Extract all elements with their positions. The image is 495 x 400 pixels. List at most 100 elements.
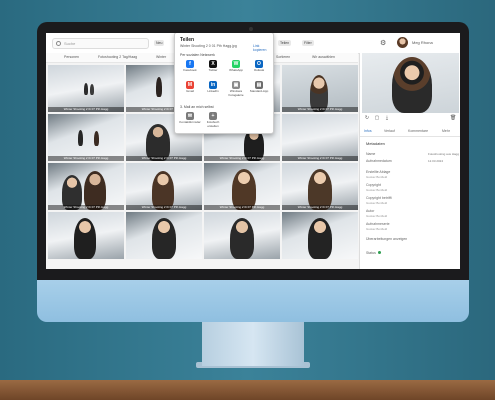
photo-caption: Winter Shooting 2 0i 07 Pth Hagg <box>48 107 124 112</box>
share-photobook-button[interactable]: + Fotobuch erstellen <box>202 112 224 128</box>
app-window: Suche Neu Teilen Filter ⚙ Meg Rhona Pers… <box>46 33 460 269</box>
share-twitter-button[interactable]: X Twitter <box>202 60 224 73</box>
photo-figure <box>90 84 94 95</box>
x-icon: X <box>209 60 217 68</box>
sidebar-tabs: Infos Verlauf Kommentare Mehr <box>360 127 460 137</box>
download-icon[interactable]: ⤓ <box>384 115 390 121</box>
photo-tile[interactable]: Winter Shooting 2 0i 07 Pth Hagg <box>204 163 280 210</box>
field-value[interactable]: Gustav Bonfield <box>366 175 387 179</box>
search-input[interactable]: Suche <box>52 38 149 49</box>
share-app-label: Gmail <box>186 89 194 93</box>
tab-comments[interactable]: Kommentare <box>408 129 428 133</box>
tab-more[interactable]: Mehr <box>442 129 450 133</box>
toolbar-chip-new[interactable]: Neu <box>154 40 165 46</box>
share-outlook-button[interactable]: O Outlook <box>248 60 270 73</box>
filter-winter[interactable]: Winter <box>156 55 166 59</box>
field-label: Copyright <box>366 183 381 187</box>
photo-tile[interactable]: Winter Shooting 2 0i 07 Pth Hagg <box>48 163 124 210</box>
field-label: Aufnahmeserie <box>366 222 390 226</box>
photo-tile[interactable]: Winter Shooting 2 0i 07 Pth Hagg <box>282 65 358 112</box>
share-app-label: Windows Fotogalerie <box>228 89 244 97</box>
share-dialog: Teilen Winter Shooting 2 0 01 Pth Hagg.j… <box>174 33 274 134</box>
photo-caption: Winter Shooting 2 0i 07 Pth Hagg <box>282 156 358 161</box>
photo-tile[interactable]: Winter Shooting 2 0i 07 Pth Hagg <box>48 114 124 161</box>
photo-tile[interactable]: Winter Shooting 2 0i 07 Pth Hagg <box>126 163 202 210</box>
share-gallery-button[interactable]: ▣ Windows Fotogalerie <box>225 81 247 97</box>
share-linkedin-button[interactable]: in LinkedIn <box>202 81 224 94</box>
photo-tile[interactable]: Winter Shooting 2 0i 07 Pth Hagg <box>282 163 358 210</box>
monitor-chin <box>37 278 469 322</box>
photo-tile[interactable] <box>204 212 280 259</box>
share-gmail-button[interactable]: M Gmail <box>179 81 201 94</box>
details-sidebar: ↻ ▢ ⤓ 🗑 Infos Verlauf Kommentare Mehr Me… <box>359 53 460 269</box>
photo-tile[interactable]: Winter Shooting 2 0i 07 Pth Hagg <box>282 114 358 161</box>
photo-caption: Winter Shooting 2 0i 07 Pth Hagg <box>126 205 202 210</box>
share-contact-form-button[interactable]: ✉ Kontaktformular <box>179 112 201 125</box>
user-name[interactable]: Meg Rhona <box>412 40 433 45</box>
rotate-icon[interactable]: ↻ <box>364 115 370 121</box>
photo-caption: Winter Shooting 2 0i 07 Pth Hagg <box>282 205 358 210</box>
status-label: Status <box>366 251 376 255</box>
settings-icon[interactable]: ⚙ <box>380 39 386 47</box>
field-value[interactable]: Fotoshooting aus Hagg <box>428 152 459 156</box>
filter-shooting[interactable]: Fotoshooting 2 Tag/Haag <box>98 55 137 59</box>
delete-icon[interactable]: 🗑 <box>450 115 456 121</box>
tab-infos[interactable]: Infos <box>364 129 372 133</box>
photo-tile[interactable]: Winter Shooting 2 0i 07 Pth Hagg <box>48 65 124 112</box>
outlook-icon: O <box>255 60 263 68</box>
toolbar-chip-filter[interactable]: Filter <box>302 40 314 46</box>
share-app-label: Facebook <box>183 68 197 72</box>
field-label: Copyright betrifft <box>366 196 392 200</box>
photo-caption: Winter Shooting 2 0i 07 Pth Hagg <box>126 156 202 161</box>
tab-history[interactable]: Verlauf <box>384 129 395 133</box>
share-app-label: Standard-App <box>249 89 269 93</box>
share-app-label: Fotobuch erstellen <box>206 120 220 128</box>
toolbar-chip-share[interactable]: Teilen <box>278 40 292 46</box>
photo-tile[interactable] <box>282 212 358 259</box>
share-facebook-button[interactable]: f Facebook <box>179 60 201 73</box>
share-section-mail: 3. Mail an mich selbst <box>180 105 214 109</box>
photo-figure <box>94 131 99 146</box>
photo-figure <box>156 77 162 97</box>
share-filename: Winter Shooting 2 0 01 Pth Hagg.jpg <box>180 44 237 48</box>
share-app-label: WhatsApp <box>229 68 243 72</box>
status-dot-icon <box>377 251 381 254</box>
copy-link-button[interactable]: Link kopieren <box>253 44 273 52</box>
share-app-label: Twitter <box>208 68 218 72</box>
field-label: Name <box>366 152 376 156</box>
preview-image <box>362 53 459 113</box>
photo-caption: Winter Shooting 2 0i 07 Pth Hagg <box>204 205 280 210</box>
share-standard-app-button[interactable]: ▤ Standard-App <box>248 81 270 94</box>
filter-select[interactable]: Wir auswählen <box>312 55 335 59</box>
filter-sort[interactable]: Sortieren <box>276 55 290 59</box>
overlay-toggle-label[interactable]: Überarbeitungen anzeigen <box>366 237 407 241</box>
photo-tile[interactable] <box>48 212 124 259</box>
photo-figure <box>152 218 176 259</box>
field-value[interactable]: Gustav Bonfield <box>366 214 387 218</box>
field-value[interactable]: 12.03.2024 <box>428 159 443 163</box>
share-app-label: Kontaktformular <box>179 120 201 124</box>
avatar[interactable] <box>397 37 408 48</box>
field-value[interactable]: Gustav Bonfield <box>366 227 387 231</box>
filter-people[interactable]: Personen <box>64 55 79 59</box>
crop-icon[interactable]: ▢ <box>374 115 380 121</box>
field-value[interactable]: Gustav Bonfield <box>366 188 387 192</box>
share-whatsapp-button[interactable]: W WhatsApp <box>225 60 247 73</box>
photo-figure <box>308 169 332 210</box>
status-row[interactable]: Status <box>366 251 381 255</box>
photo-tile[interactable] <box>126 212 202 259</box>
share-title: Teilen <box>180 37 195 43</box>
plus-icon: + <box>209 112 217 120</box>
camera <box>249 27 253 31</box>
field-label: Autor <box>366 209 375 213</box>
photo-caption: Winter Shooting 2 0i 07 Pth Hagg <box>204 156 280 161</box>
field-value[interactable]: Gustav Bonfield <box>366 201 387 205</box>
mail-icon: ✉ <box>186 112 194 120</box>
facebook-icon: f <box>186 60 194 68</box>
field-label: Aufnahmedatum <box>366 159 392 163</box>
photo-figure <box>232 169 256 210</box>
share-app-label: LinkedIn <box>207 89 219 93</box>
photo-caption: Winter Shooting 2 0i 07 Pth Hagg <box>48 156 124 161</box>
gallery-icon: ▣ <box>232 81 240 89</box>
photo-figure <box>78 130 83 146</box>
